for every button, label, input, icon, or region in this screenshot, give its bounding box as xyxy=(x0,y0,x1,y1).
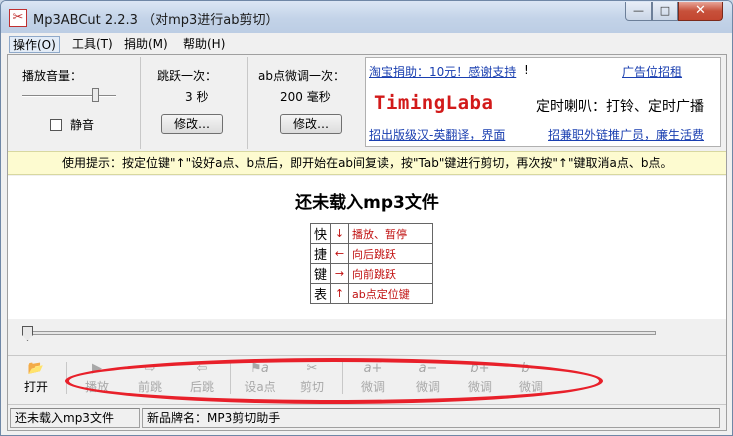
play-button[interactable]: ▶ 播放 xyxy=(75,360,119,398)
b-plus-label: 微调 xyxy=(467,380,492,394)
shortcut-table: 快 ↓ 播放、暂停 捷 ← 向后跳跃 键 → 向前跳跃 表 ↑ ab点定位键 xyxy=(309,223,434,304)
up-arrow-icon: ↑ xyxy=(330,283,350,304)
ad-panel: 淘宝捐助：10元！感谢支持 ! 广告位招租 TimingLaba 定时喇叭：打铃… xyxy=(365,57,721,147)
shortcut-action: 向后跳跃 xyxy=(348,243,434,264)
toolbar-separator xyxy=(342,362,343,394)
play-label: 播放 xyxy=(84,380,109,394)
b-minus-label: 微调 xyxy=(518,380,543,394)
b-minus-button[interactable]: b− 微调 xyxy=(509,360,553,398)
a-plus-label: 微调 xyxy=(360,380,385,394)
timinglaba-logo[interactable]: TimingLaba xyxy=(374,92,493,114)
b-plus-button[interactable]: b+ 微调 xyxy=(458,360,502,398)
shortcut-title-char: 键 xyxy=(309,263,332,284)
shortcut-title-char: 快 xyxy=(309,223,332,244)
mute-label: 静音 xyxy=(70,118,95,132)
menu-operate[interactable]: 操作(O) xyxy=(9,36,60,53)
close-button[interactable]: ✕ xyxy=(678,2,723,21)
fine-tune-value: 200 毫秒 xyxy=(280,90,331,104)
table-row: 表 ↑ ab点定位键 xyxy=(309,283,434,304)
status-bar: 还未载入mp3文件 新品牌名：MP3剪切助手 xyxy=(8,404,726,430)
jump-panel: 跳跃一次： 3 秒 修改… xyxy=(141,57,248,149)
seek-slider-thumb[interactable] xyxy=(22,326,33,341)
mute-checkbox[interactable]: 静音 xyxy=(50,116,94,133)
menu-help[interactable]: 帮助(H) xyxy=(180,36,228,53)
table-row: 捷 ← 向后跳跃 xyxy=(309,243,434,264)
fine-tune-label: ab点微调一次： xyxy=(258,69,345,83)
app-window: ✂ Mp3ABCut 2.2.3 （对mp3进行ab剪切） — □ ✕ 操作(O… xyxy=(0,0,733,436)
table-row: 键 → 向前跳跃 xyxy=(309,263,434,284)
shortcut-title-char: 表 xyxy=(309,283,332,304)
flag-a-icon: ⚑a xyxy=(251,361,269,376)
a-plus-button[interactable]: a+ 微调 xyxy=(351,360,395,398)
minimize-button[interactable]: — xyxy=(625,2,652,21)
shortcut-action: 播放、暂停 xyxy=(348,223,434,244)
checkbox-box[interactable] xyxy=(50,118,62,131)
arrow-right-icon: ⇨ xyxy=(144,361,156,376)
seek-area xyxy=(8,319,726,353)
window-title: Mp3ABCut 2.2.3 （对mp3进行ab剪切） xyxy=(33,13,279,28)
seek-slider-track[interactable] xyxy=(22,331,656,335)
usage-tip-bar: 使用提示：按定位键"↑"设好a点、b点后，即开始在ab间复读，按"Tab"键进行… xyxy=(8,151,726,175)
main-area: 还未载入mp3文件 快 ↓ 播放、暂停 捷 ← 向后跳跃 键 → 向前跳跃 表 … xyxy=(8,176,726,319)
fine-tune-panel: ab点微调一次： 200 毫秒 修改… xyxy=(248,57,363,149)
a-minus-button[interactable]: a− 微调 xyxy=(406,360,450,398)
volume-label: 播放音量： xyxy=(22,69,83,83)
modify-fine-tune-button[interactable]: 修改… xyxy=(280,114,342,134)
menu-tools[interactable]: 工具(T) xyxy=(69,36,116,53)
scissors-icon: ✂ xyxy=(306,361,318,376)
left-arrow-icon: ← xyxy=(330,243,350,264)
ad-rent-link[interactable]: 广告位招租 xyxy=(622,63,682,80)
folder-open-icon: 📂 xyxy=(27,361,45,376)
a-minus-label: 微调 xyxy=(415,380,440,394)
a-minus-icon: a− xyxy=(418,361,438,376)
arrow-left-icon: ⇦ xyxy=(196,361,208,376)
back-label: 后跳 xyxy=(189,380,214,394)
scissors-icon[interactable]: ✂ xyxy=(9,9,27,27)
jump-label: 跳跃一次： xyxy=(157,69,218,83)
menu-donate[interactable]: 捐助(M) xyxy=(121,36,171,53)
modify-jump-button[interactable]: 修改… xyxy=(161,114,223,134)
status-file: 还未载入mp3文件 xyxy=(10,408,140,428)
volume-slider-thumb[interactable] xyxy=(91,88,99,102)
maximize-button[interactable]: □ xyxy=(652,2,678,21)
jump-value: 3 秒 xyxy=(185,90,209,104)
title-bar[interactable]: ✂ Mp3ABCut 2.2.3 （对mp3进行ab剪切） — □ ✕ xyxy=(1,1,732,33)
donate-link[interactable]: 淘宝捐助：10元！感谢支持 xyxy=(369,63,516,80)
back-button[interactable]: ⇦ 后跳 xyxy=(180,360,224,398)
translation-job-link[interactable]: 招出版级汉-英翻译，界面 xyxy=(369,126,505,143)
shortcut-action: 向前跳跃 xyxy=(348,263,434,284)
cut-label: 剪切 xyxy=(299,380,324,394)
client-area: 播放音量： 静音 跳跃一次： 3 秒 修改… ab点微调一次： 200 毫秒 修… xyxy=(7,54,727,431)
forward-label: 前跳 xyxy=(137,380,162,394)
shortcut-title-char: 捷 xyxy=(309,243,332,264)
toolbar-separator xyxy=(230,362,231,394)
status-brand: 新品牌名：MP3剪切助手 xyxy=(142,408,720,428)
menu-bar: 操作(O) 工具(T) 捐助(M) 帮助(H) xyxy=(7,34,727,54)
forward-button[interactable]: ⇨ 前跳 xyxy=(128,360,172,398)
open-label: 打开 xyxy=(23,380,48,394)
open-button[interactable]: 📂 打开 xyxy=(14,360,58,398)
volume-panel: 播放音量： 静音 xyxy=(8,57,141,149)
set-a-label: 设a点 xyxy=(244,380,276,394)
shortcut-action: ab点定位键 xyxy=(348,283,434,304)
promoter-job-link[interactable]: 招兼职外链推广员，廉生活费 xyxy=(548,126,704,143)
load-status-title: 还未载入mp3文件 xyxy=(295,193,439,213)
a-plus-icon: a+ xyxy=(363,361,383,376)
toolbar: 📂 打开 ▶ 播放 ⇨ 前跳 ⇦ 后跳 ⚑a 设a点 ✂ 剪切 a+ 微调 a−… xyxy=(8,355,726,404)
b-plus-icon: b+ xyxy=(470,361,490,376)
set-a-button[interactable]: ⚑a 设a点 xyxy=(238,360,282,398)
ad-slogan[interactable]: 定时喇叭：打铃、定时广播 xyxy=(536,96,704,116)
toolbar-separator xyxy=(66,362,67,394)
play-icon: ▶ xyxy=(92,361,102,376)
right-arrow-icon: → xyxy=(330,263,350,284)
b-minus-icon: b− xyxy=(521,361,541,376)
donate-suffix: ! xyxy=(524,63,529,77)
volume-slider-track[interactable] xyxy=(22,95,116,97)
down-arrow-icon: ↓ xyxy=(330,223,350,244)
table-row: 快 ↓ 播放、暂停 xyxy=(309,223,434,244)
cut-button[interactable]: ✂ 剪切 xyxy=(290,360,334,398)
